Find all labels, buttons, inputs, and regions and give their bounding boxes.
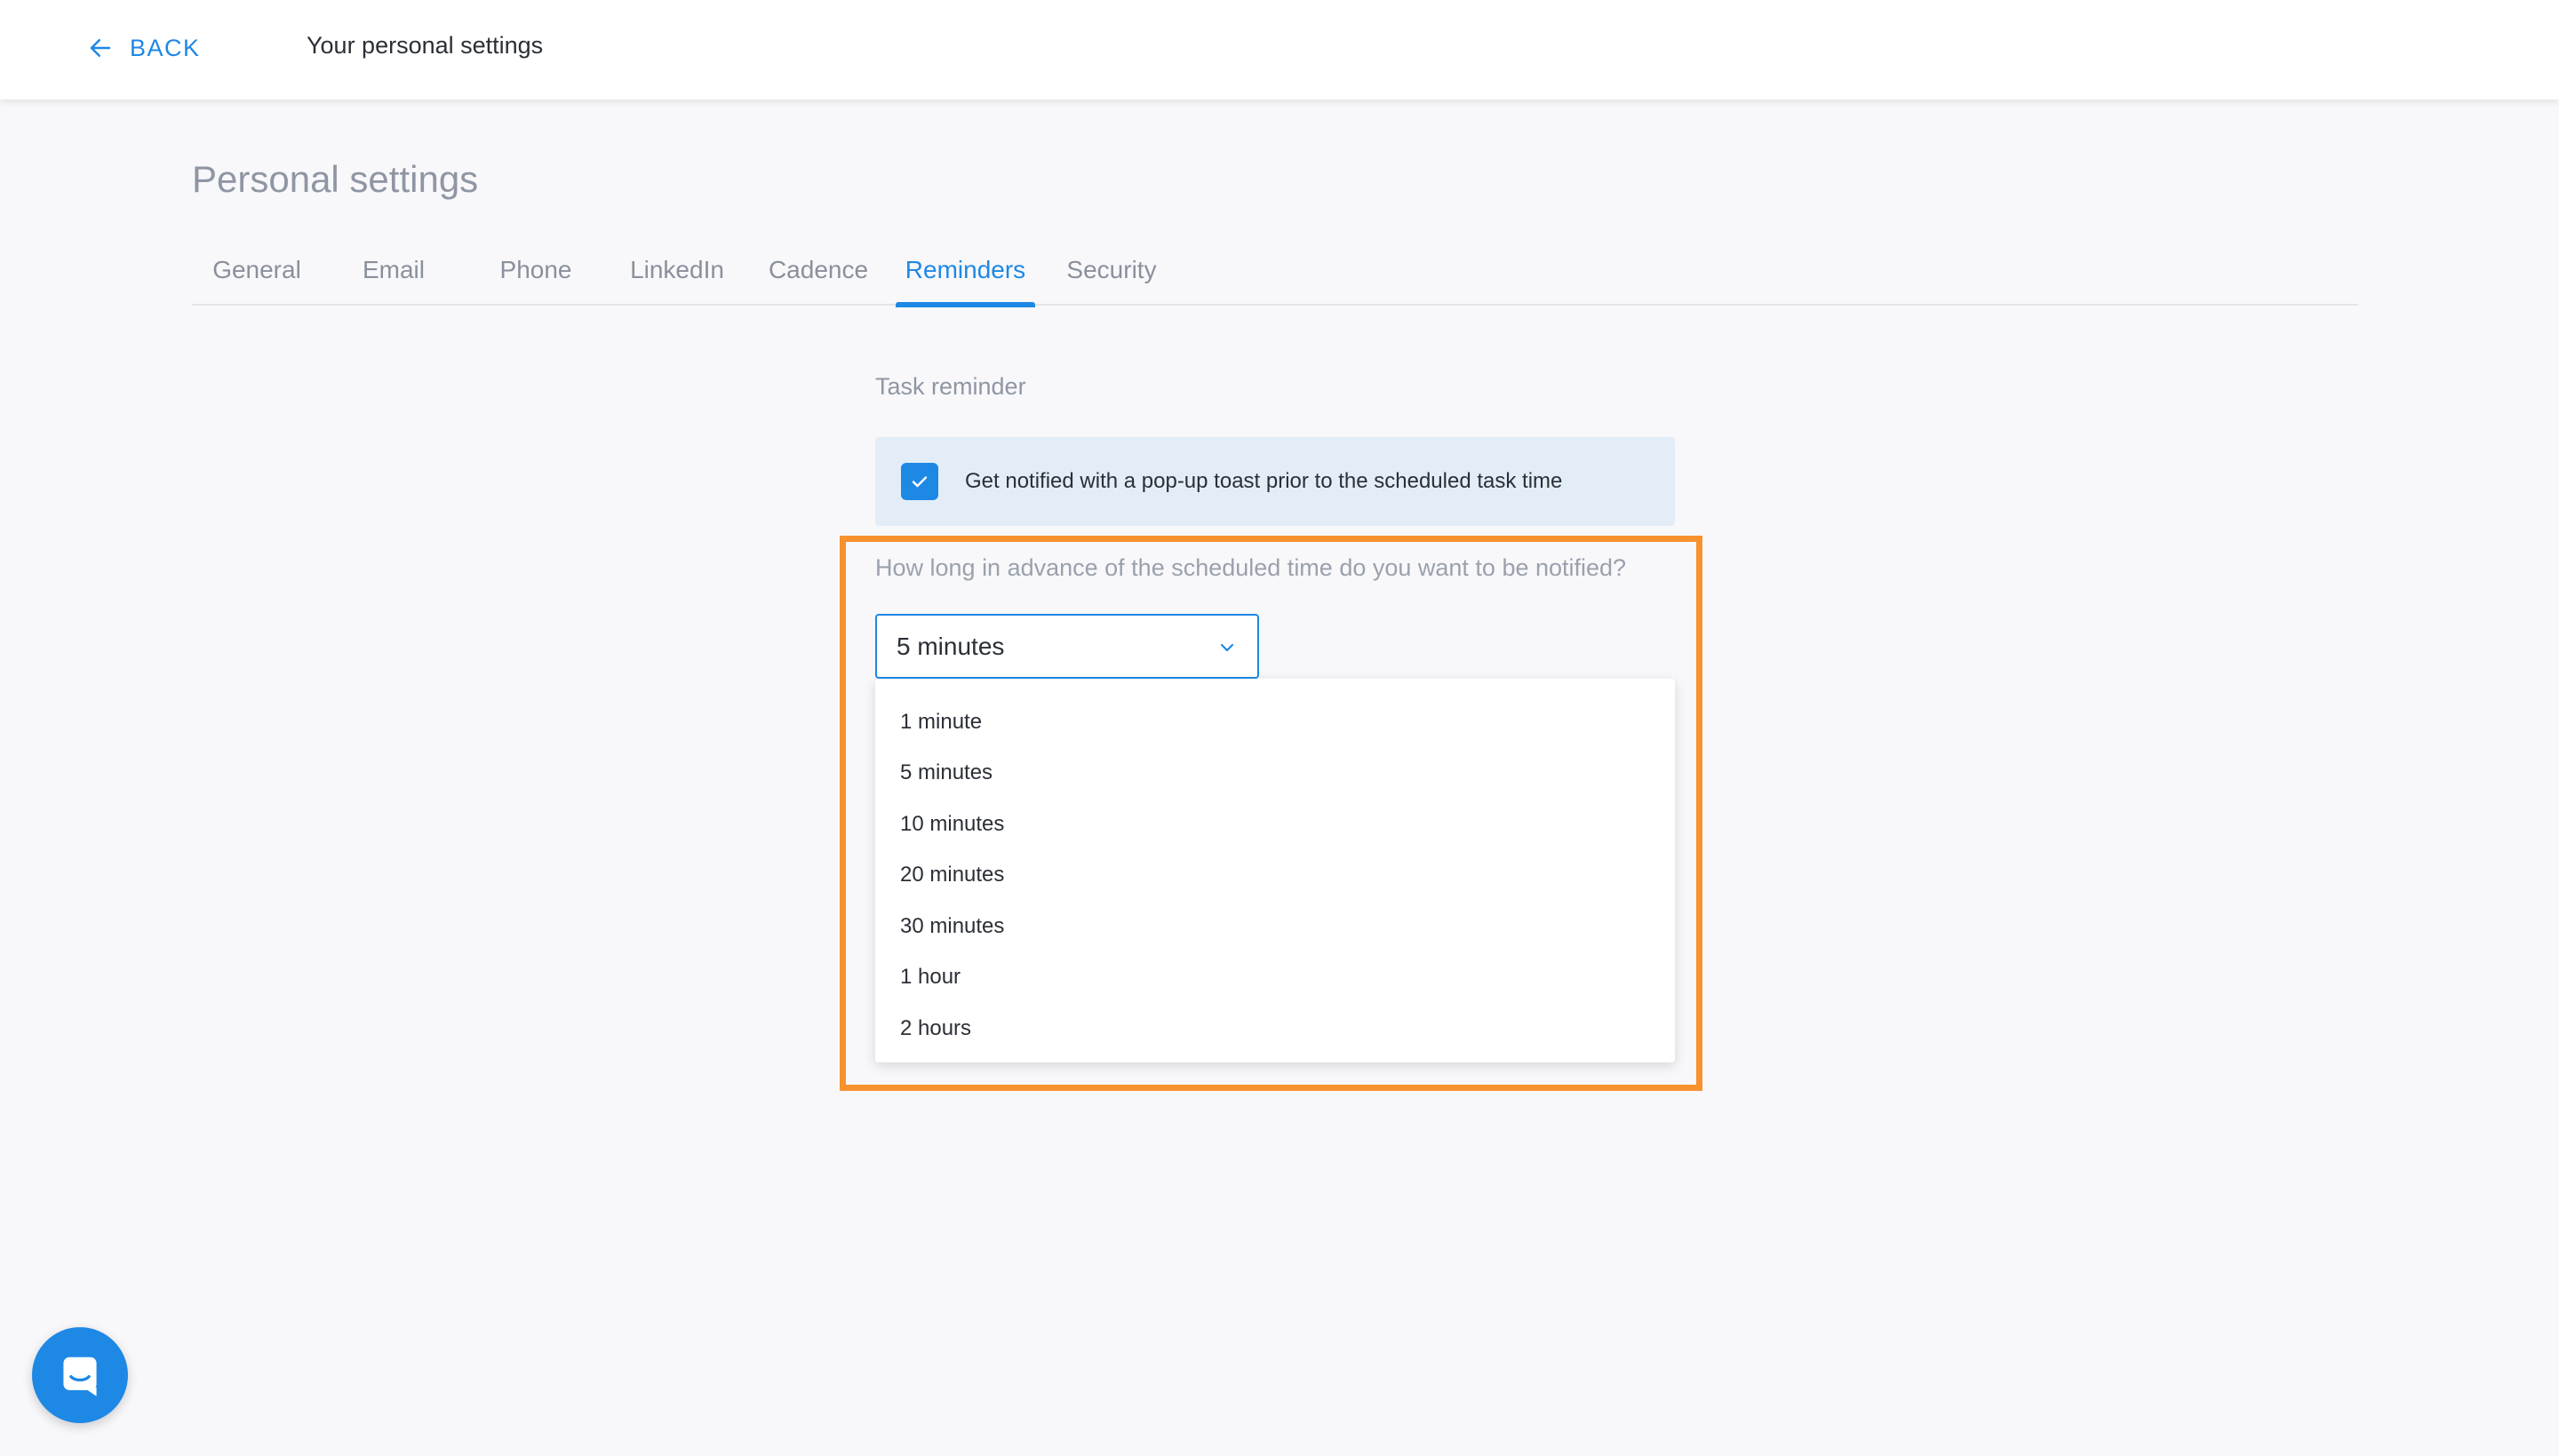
settings-tabs: General Email Phone LinkedIn Cadence Rem… bbox=[192, 251, 2358, 307]
dropdown-option[interactable]: 5 minutes bbox=[875, 748, 1675, 800]
tab-label: Reminders bbox=[905, 256, 1026, 283]
top-bar: BACK Your personal settings bbox=[0, 0, 2559, 99]
task-reminder-checkbox-row: Get notified with a pop-up toast prior t… bbox=[875, 437, 1675, 526]
task-reminder-checkbox[interactable] bbox=[901, 463, 938, 500]
active-tab-indicator bbox=[896, 302, 1035, 307]
chat-icon bbox=[63, 1357, 97, 1396]
dropdown-option[interactable]: 20 minutes bbox=[875, 850, 1675, 902]
back-button[interactable]: BACK bbox=[87, 30, 201, 66]
tab-label: LinkedIn bbox=[630, 256, 724, 283]
tab-label: Email bbox=[362, 256, 425, 283]
tab-general[interactable]: General bbox=[211, 256, 302, 306]
tab-cadence[interactable]: Cadence bbox=[767, 256, 870, 306]
advance-time-dropdown: 1 minute 5 minutes 10 minutes 20 minutes… bbox=[875, 679, 1675, 1062]
advance-time-select[interactable]: 5 minutes bbox=[875, 614, 1259, 679]
arrow-left-icon bbox=[90, 39, 111, 57]
tab-linkedin[interactable]: LinkedIn bbox=[628, 256, 726, 306]
chat-launcher-button[interactable] bbox=[32, 1327, 128, 1423]
dropdown-option[interactable]: 1 hour bbox=[875, 952, 1675, 1004]
tab-label: Cadence bbox=[768, 256, 869, 283]
select-value: 5 minutes bbox=[897, 632, 1005, 660]
checkmark-icon bbox=[912, 476, 928, 488]
top-bar-title: Your personal settings bbox=[307, 32, 544, 59]
tab-label: General bbox=[212, 256, 301, 283]
dropdown-option[interactable]: 2 hours bbox=[875, 1003, 1675, 1054]
tab-reminders[interactable]: Reminders bbox=[896, 256, 1035, 307]
dropdown-option[interactable]: 1 minute bbox=[875, 696, 1675, 748]
back-label: BACK bbox=[130, 34, 201, 61]
page-title: Personal settings bbox=[192, 158, 479, 200]
tab-label: Phone bbox=[499, 256, 572, 283]
tab-label: Security bbox=[1066, 256, 1157, 283]
checkbox-label: Get notified with a pop-up toast prior t… bbox=[965, 469, 1563, 493]
advance-time-question: How long in advance of the scheduled tim… bbox=[875, 554, 1627, 581]
task-reminder-label: Task reminder bbox=[875, 373, 1026, 400]
tab-email[interactable]: Email bbox=[362, 256, 426, 306]
dropdown-option[interactable]: 30 minutes bbox=[875, 901, 1675, 952]
tab-security[interactable]: Security bbox=[1064, 256, 1160, 306]
chevron-down-icon bbox=[1220, 643, 1234, 652]
dropdown-option[interactable]: 10 minutes bbox=[875, 799, 1675, 850]
tab-phone[interactable]: Phone bbox=[498, 256, 573, 306]
